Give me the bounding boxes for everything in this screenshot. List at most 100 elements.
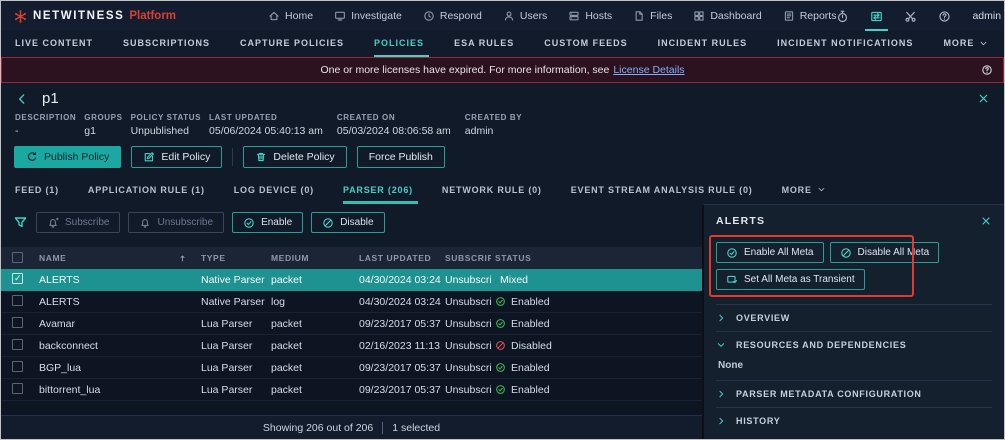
- unsubscribe-icon: [139, 217, 151, 229]
- subnav-esa-rules[interactable]: ESA RULES: [454, 31, 519, 57]
- selected-count: 1 selected: [392, 421, 441, 434]
- table-row[interactable]: BGP_lua Lua Parser packet 09/23/2017 05:…: [1, 357, 702, 379]
- row-checkbox[interactable]: [12, 382, 23, 394]
- subscribe-button[interactable]: Subscribe: [36, 212, 121, 233]
- column-name[interactable]: NAME: [35, 253, 197, 263]
- circle-slash-icon: [840, 247, 852, 259]
- subnav-subscriptions[interactable]: SUBSCRIPTIONS: [123, 31, 215, 57]
- row-checkbox[interactable]: [12, 360, 23, 372]
- parser-toolbar: Subscribe Unsubscribe Enable Disable: [1, 204, 702, 239]
- nav-dashboard[interactable]: Dashboard: [693, 10, 762, 22]
- nav-item-label: Dashboard: [710, 10, 762, 22]
- nav-respond[interactable]: Respond: [423, 10, 482, 22]
- policy-field: DESCRIPTION -: [15, 113, 76, 137]
- nav-item-label: Reports: [799, 10, 837, 22]
- force-publish-button[interactable]: Force Publish: [356, 146, 445, 168]
- field-value: admin: [464, 125, 494, 137]
- timer-icon[interactable]: [836, 10, 849, 23]
- row-checkbox[interactable]: [12, 294, 23, 306]
- subnav-custom-feeds[interactable]: CUSTOM FEEDS: [544, 31, 632, 57]
- cell-medium: packet: [271, 317, 302, 330]
- back-button[interactable]: [15, 92, 29, 106]
- table-row[interactable]: bittorrent_lua Lua Parser packet 09/23/2…: [1, 379, 702, 401]
- disable-button[interactable]: Disable: [311, 212, 385, 233]
- tab-feed[interactable]: FEED (1): [15, 178, 64, 204]
- policy-field: GROUPS g1: [84, 113, 122, 137]
- cell-type: Lua Parser: [201, 339, 253, 352]
- column-last-updated[interactable]: LAST UPDATED: [355, 253, 441, 263]
- row-count: Showing 206 out of 206: [262, 421, 374, 434]
- nav-files[interactable]: Files: [633, 10, 672, 22]
- cell-subscribed: Unsubscri...: [445, 339, 491, 352]
- policy-field: LAST UPDATED 05/06/2024 05:40:13 am: [209, 113, 329, 137]
- table-row[interactable]: ALERTS Native Parser packet 04/30/2024 0…: [1, 269, 702, 291]
- tab-network-rule[interactable]: NETWORK RULE (0): [442, 178, 547, 204]
- field-value: Unpublished: [130, 125, 189, 137]
- select-all-checkbox[interactable]: [12, 251, 23, 263]
- admin-label: admin: [972, 10, 1002, 22]
- field-value: 05/03/2024 08:06:58 am: [336, 125, 451, 137]
- chevron-right-icon: [716, 416, 726, 426]
- section-resources-and-dependencies[interactable]: RESOURCES AND DEPENDENCIES: [716, 332, 992, 358]
- delete-policy-button[interactable]: Delete Policy: [243, 146, 347, 168]
- nav-home[interactable]: Home: [268, 10, 313, 22]
- table-row[interactable]: Avamar Lua Parser packet 09/23/2017 05:3…: [1, 313, 702, 335]
- column-medium[interactable]: MEDIUM: [267, 253, 355, 263]
- subnav-policies[interactable]: POLICIES: [374, 31, 430, 57]
- section-history[interactable]: HISTORY: [716, 408, 992, 434]
- column-status[interactable]: STATUS: [491, 253, 702, 263]
- tab-log-device[interactable]: LOG DEVICE (0): [234, 178, 319, 204]
- tab-application-rule[interactable]: APPLICATION RULE (1): [88, 178, 210, 204]
- table-row[interactable]: ALERTS Native Parser log 04/30/2024 03:2…: [1, 291, 702, 313]
- tab-label: LOG DEVICE (0): [233, 184, 314, 195]
- tab-esa-rule[interactable]: EVENT STREAM ANALYSIS RULE (0): [571, 178, 758, 204]
- column-type[interactable]: TYPE: [197, 253, 267, 263]
- panel-button-label: Enable All Meta: [744, 247, 814, 258]
- subnav-item-label: INCIDENT RULES: [657, 38, 748, 48]
- filter-toggle[interactable]: [13, 215, 28, 230]
- set-all-meta-transient-button[interactable]: Set All Meta as Transient: [716, 269, 865, 290]
- delete-policy-label: Delete Policy: [273, 151, 335, 163]
- cell-last-updated: 04/30/2024 03:24:0...: [359, 273, 441, 286]
- tab-more[interactable]: MORE: [782, 178, 826, 204]
- nav-investigate[interactable]: Investigate: [334, 10, 402, 22]
- disable-all-meta-button[interactable]: Disable All Meta: [829, 242, 940, 263]
- nav-hosts[interactable]: Hosts: [568, 10, 612, 22]
- field-label: LAST UPDATED: [209, 113, 278, 122]
- circle-check-icon: [495, 296, 506, 307]
- subnav-live-content[interactable]: LIVE CONTENT: [15, 31, 98, 57]
- live-services-icon[interactable]: [865, 10, 889, 31]
- row-checkbox[interactable]: [12, 272, 23, 284]
- subnav-capture-policies[interactable]: CAPTURE POLICIES: [240, 31, 349, 57]
- brand-logo[interactable]: NETWITNESS Platform: [13, 9, 176, 24]
- tab-parser[interactable]: PARSER (206): [342, 178, 418, 204]
- row-checkbox[interactable]: [12, 338, 23, 350]
- subnav-incident-notifications[interactable]: INCIDENT NOTIFICATIONS: [777, 31, 918, 57]
- publish-policy-button[interactable]: Publish Policy: [14, 146, 122, 168]
- subnav-more[interactable]: MORE: [943, 31, 988, 57]
- column-subscribed[interactable]: SUBSCRIP...: [441, 253, 491, 263]
- close-policy-button[interactable]: [977, 92, 990, 105]
- close-panel-button[interactable]: [980, 215, 992, 227]
- license-details-link[interactable]: License Details: [613, 64, 684, 76]
- section-parser-metadata-configuration[interactable]: PARSER METADATA CONFIGURATION: [716, 381, 992, 407]
- table-row[interactable]: backconnect Lua Parser packet 02/16/2023…: [1, 335, 702, 357]
- edit-policy-button[interactable]: Edit Policy: [131, 146, 223, 168]
- cell-subscribed: Unsubscri...: [445, 383, 491, 396]
- nav-reports[interactable]: Reports: [783, 10, 837, 22]
- cell-status: Mixed: [491, 274, 702, 286]
- help-icon[interactable]: [981, 64, 993, 76]
- top-right-tools: admin: [836, 10, 1004, 31]
- nav-users[interactable]: Users: [503, 10, 547, 22]
- cell-name: bittorrent_lua: [39, 383, 101, 396]
- admin-menu[interactable]: admin: [972, 10, 1004, 22]
- help-icon[interactable]: [938, 10, 951, 23]
- netwitness-logo-icon: [13, 9, 28, 24]
- enable-all-meta-button[interactable]: Enable All Meta: [716, 242, 824, 263]
- section-overview[interactable]: OVERVIEW: [716, 305, 992, 331]
- unsubscribe-button[interactable]: Unsubscribe: [128, 212, 225, 233]
- subnav-incident-rules[interactable]: INCIDENT RULES: [658, 31, 753, 57]
- row-checkbox[interactable]: [12, 316, 23, 328]
- enable-button[interactable]: Enable: [232, 212, 304, 233]
- tools-icon[interactable]: [904, 10, 917, 23]
